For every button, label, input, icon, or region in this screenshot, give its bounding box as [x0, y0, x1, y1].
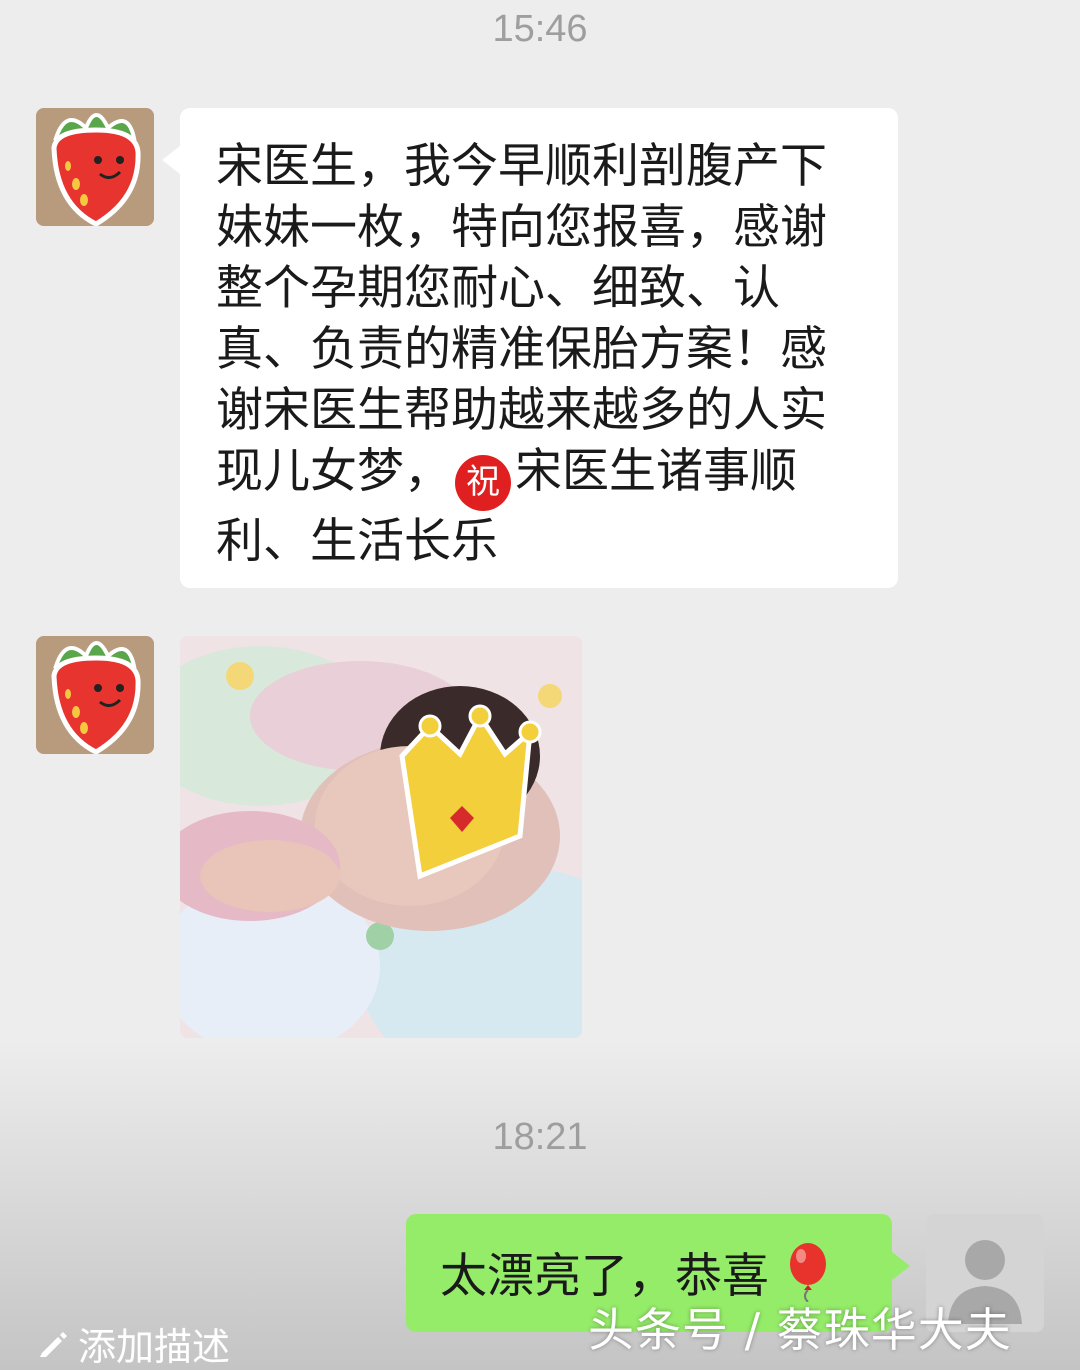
watermark-text: 头条号 / 蔡珠华大夫 [588, 1303, 1012, 1357]
timestamp: 15:46 [492, 8, 588, 50]
contact-avatar[interactable] [36, 636, 154, 754]
balloon-icon [789, 1243, 826, 1303]
add-description-button[interactable]: 添加描述 [36, 1316, 230, 1370]
add-description-label: 添加描述 [78, 1325, 231, 1369]
message-line: 谢宋医生帮助越来越多的人实 [216, 383, 827, 438]
message-segment: 现儿女梦， [216, 444, 451, 499]
contact-avatar[interactable] [36, 108, 154, 226]
strawberry-icon [36, 636, 154, 754]
chat-screen: 15:46 宋医生，我今早顺利剖腹产下 妹妹一枚，特向您报喜，感谢 整个孕期您耐… [0, 0, 1080, 1370]
message-line: 整个孕期您耐心、细致、认 [216, 261, 780, 316]
baby-photo-image [180, 636, 582, 1038]
message-line: 真、负责的精准保胎方案！感 [216, 322, 827, 377]
message-segment: 宋医生诸事顺 [515, 444, 797, 499]
pencil-icon [40, 1331, 67, 1357]
message-line: 宋医生，我今早顺利剖腹产下 [216, 139, 827, 194]
timestamp: 18:21 [492, 1116, 588, 1158]
message-line-with-badge: 现儿女梦，祝宋医生诸事顺 [216, 441, 862, 511]
blessing-badge-icon: 祝 [455, 454, 511, 511]
message-line: 利、生活长乐 [216, 513, 498, 569]
message-line: 妹妹一枚，特向您报喜，感谢 [216, 200, 827, 255]
incoming-message-bubble[interactable]: 宋医生，我今早顺利剖腹产下 妹妹一枚，特向您报喜，感谢 整个孕期您耐心、细致、认… [162, 108, 898, 588]
strawberry-icon [36, 108, 154, 226]
baby-photo-message[interactable] [180, 636, 582, 1038]
